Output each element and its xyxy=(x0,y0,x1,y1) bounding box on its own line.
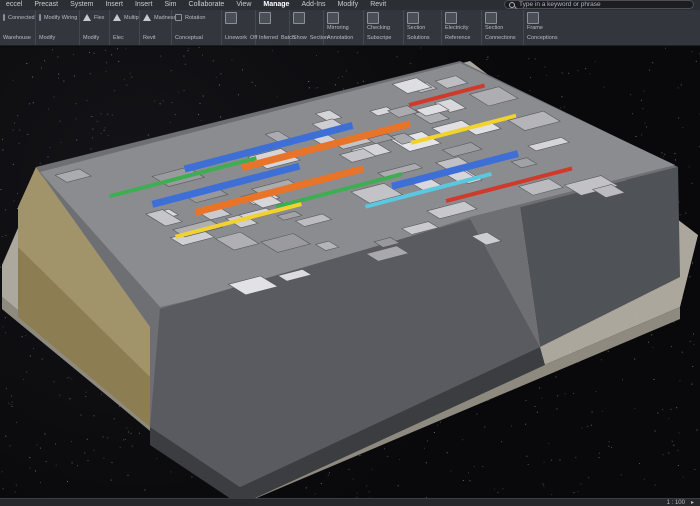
ribbon-group-6[interactable]: Rotation Conceptual xyxy=(172,10,222,45)
ribbon-label: Revit xyxy=(143,34,156,41)
ribbon-group-15[interactable]: Frame Conceptions xyxy=(524,10,568,45)
ribbon-label: Modify xyxy=(39,34,56,41)
ribbon-group-14[interactable]: Section Connections xyxy=(482,10,524,45)
ribbon-label: Reference xyxy=(445,35,471,41)
ribbon-label: Section xyxy=(485,25,504,31)
ribbon-label: Linework xyxy=(225,34,248,41)
search-icon xyxy=(509,1,515,8)
ribbon-label: Modify xyxy=(83,34,100,41)
ribbon-label: Inferred xyxy=(259,34,278,41)
tab-revit[interactable]: Revit xyxy=(364,0,392,10)
tab-add-ins[interactable]: Add-Ins xyxy=(295,0,331,10)
ribbon-label: Connections xyxy=(485,35,516,41)
ribbon-group-10[interactable]: Mirroring Annotation xyxy=(324,10,364,45)
ribbon-label: Multip xyxy=(124,14,139,21)
tab-insert-2[interactable]: Insert xyxy=(129,0,159,10)
ribbon-group-13[interactable]: Electricity Reference xyxy=(442,10,482,45)
ribbon-label: Subscripe xyxy=(367,35,392,41)
triangle-icon xyxy=(143,14,151,21)
tool-icon xyxy=(367,11,379,24)
ribbon-group-4[interactable]: Multip Elec xyxy=(110,10,140,45)
tab-sim[interactable]: Sim xyxy=(158,0,182,10)
tool-icon xyxy=(327,11,339,24)
ribbon-label: Connected xyxy=(8,14,35,21)
ribbon-label: Modify Wiring xyxy=(44,14,78,21)
tool-icon xyxy=(175,14,182,21)
triangle-icon xyxy=(83,14,91,21)
ribbon-label: Electricity xyxy=(445,25,469,31)
ribbon-group-11[interactable]: Checking Subscripe xyxy=(364,10,404,45)
tab-manage[interactable]: Manage xyxy=(257,0,295,10)
tab-insert[interactable]: Insert xyxy=(99,0,129,10)
tool-icon xyxy=(407,11,419,24)
ribbon-group-2[interactable]: Modify Wiring Modify xyxy=(36,10,80,45)
ribbon-label: Frame xyxy=(527,25,543,31)
ribbon-group-5[interactable]: Madness Revit xyxy=(140,10,176,45)
ribbon-label: Elec xyxy=(113,34,124,41)
search-input[interactable]: Type in a keyword or phrase xyxy=(504,0,694,9)
ribbon-group-3[interactable]: Flex Modify xyxy=(80,10,110,45)
tab-modify[interactable]: Modify xyxy=(332,0,365,10)
ribbon-label: Conceptions xyxy=(527,35,558,41)
triangle-icon xyxy=(113,14,121,21)
tab-precast[interactable]: Precast xyxy=(28,0,64,10)
ribbon-label: Mirroring xyxy=(327,25,349,31)
tool-icon xyxy=(259,11,271,24)
tool-icon xyxy=(445,11,457,24)
tool-icon xyxy=(3,14,5,21)
ribbon-group-12[interactable]: Section Solutions xyxy=(404,10,442,45)
building-model[interactable] xyxy=(0,47,700,498)
tab-view[interactable]: View xyxy=(230,0,257,10)
tool-icon xyxy=(225,11,237,24)
ribbon-label: Warehouse xyxy=(3,34,31,41)
search-placeholder: Type in a keyword or phrase xyxy=(519,1,601,8)
tool-icon xyxy=(39,14,41,21)
ribbon-group-1[interactable]: Connected Warehouse xyxy=(0,10,36,45)
ribbon-group-9[interactable]: Show Section xyxy=(290,10,328,45)
3d-viewport[interactable] xyxy=(0,47,700,498)
ribbon-label: Flex xyxy=(94,14,105,21)
tool-icon xyxy=(293,11,305,24)
ribbon-left-stub[interactable]: eccel xyxy=(0,0,28,10)
ribbon-label: Conceptual xyxy=(175,34,203,41)
ribbon-label: Checking xyxy=(367,25,390,31)
ribbon-label: Solutions xyxy=(407,35,430,41)
ribbon-label: Section xyxy=(407,25,426,31)
ribbon-label: Show xyxy=(293,34,307,41)
scale-readout[interactable]: 1 : 100 xyxy=(667,500,685,506)
tab-system[interactable]: System xyxy=(64,0,99,10)
view-control-icon[interactable]: ▸ xyxy=(691,499,694,506)
ribbon-panel: Connected Warehouse Modify Wiring Modify… xyxy=(0,10,700,46)
tool-icon xyxy=(485,11,497,24)
tab-collaborate[interactable]: Collaborate xyxy=(183,0,231,10)
status-bar: 1 : 100 ▸ xyxy=(0,498,700,506)
ribbon-group-7[interactable]: Linework Off xyxy=(222,10,257,45)
ribbon-group-8[interactable]: Inferred Batch xyxy=(256,10,295,45)
ribbon-label: Rotation xyxy=(185,14,206,21)
tool-icon xyxy=(527,11,539,24)
ribbon-label: Annotation xyxy=(327,35,354,41)
ribbon-tab-bar: eccel Precast System Insert Insert Sim C… xyxy=(0,0,700,10)
